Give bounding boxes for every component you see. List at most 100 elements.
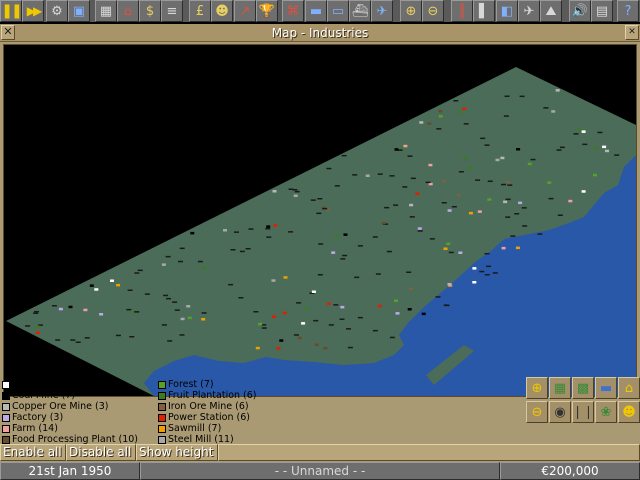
legend-item[interactable]: Farm (14): [2, 423, 160, 434]
legend-item[interactable]: Sawmill (7): [158, 423, 316, 434]
enable-all-button[interactable]: Enable all: [0, 444, 66, 461]
industry-marker: [68, 305, 73, 309]
industry-marker: [354, 276, 360, 279]
minimap-canvas[interactable]: [4, 45, 636, 396]
industry-marker: [89, 284, 94, 287]
zoom-in-button[interactable]: ⊕: [400, 0, 422, 22]
link-map-button[interactable]: ❘❘: [572, 401, 594, 423]
legend-item[interactable]: Copper Ore Mine (3): [2, 401, 160, 412]
industry-marker: [457, 110, 462, 114]
ship-list-button[interactable]: ⛴: [349, 0, 371, 22]
league-table-button[interactable]: 🏆: [256, 0, 278, 22]
zoom-out-button[interactable]: ⊖: [422, 0, 444, 22]
industry-marker: [343, 233, 348, 236]
industry-directory-button[interactable]: ⌘: [282, 0, 304, 22]
industry-marker: [507, 184, 513, 186]
industry-marker: [314, 343, 319, 346]
minimap-button[interactable]: ▦: [95, 0, 117, 22]
newspaper-button[interactable]: ▤: [591, 0, 613, 22]
window-titlebar[interactable]: ✕ Map - Industries ✕: [0, 24, 640, 42]
industry-marker: [441, 202, 447, 204]
build-rail-button[interactable]: ║: [451, 0, 473, 22]
save-button[interactable]: ▣: [68, 0, 90, 22]
industry-marker: [318, 243, 324, 245]
minimap-view[interactable]: [3, 44, 637, 397]
industry-marker: [99, 313, 104, 316]
industry-marker: [438, 109, 443, 113]
industry-marker: [435, 296, 441, 298]
town-directory-button[interactable]: ⌂: [117, 0, 139, 22]
build-airport-button[interactable]: ✈: [518, 0, 540, 22]
industry-marker: [456, 194, 461, 197]
aircraft-list-button[interactable]: ✈: [371, 0, 393, 22]
legend-item[interactable]: Factory (3): [2, 412, 160, 423]
zoom-in-icon: ⊕: [405, 3, 417, 19]
show-height-button[interactable]: Show height: [136, 444, 218, 461]
industries-map-button[interactable]: ⌂: [618, 377, 640, 399]
settings-button[interactable]: ⚙: [46, 0, 68, 22]
pause-button[interactable]: ❚❚: [0, 0, 22, 22]
industry-marker: [568, 199, 573, 203]
music-button[interactable]: 🔊: [569, 0, 591, 22]
landscaping-button[interactable]: ⛰: [540, 0, 562, 22]
industry-marker: [451, 206, 457, 208]
industry-marker: [597, 131, 603, 134]
legend-item[interactable]: Bank (0): [2, 379, 160, 390]
graphs-button[interactable]: ↗: [234, 0, 256, 22]
station-list-button[interactable]: ≡: [161, 0, 183, 22]
build-water-button[interactable]: ◧: [496, 0, 518, 22]
industry-marker: [258, 322, 263, 326]
industry-marker: [551, 110, 556, 113]
build-road-button[interactable]: ▌: [473, 0, 495, 22]
fast-forward-button[interactable]: ▶▶: [22, 0, 44, 22]
legend-swatch: [158, 424, 166, 433]
vegetation-map-button[interactable]: ❀: [595, 401, 617, 423]
industry-marker: [428, 163, 433, 167]
industry-marker: [514, 213, 520, 215]
help-button[interactable]: ?: [617, 0, 639, 22]
road-vehicle-list-button[interactable]: ▭: [327, 0, 349, 22]
close-window-button[interactable]: ✕: [1, 25, 15, 40]
industry-marker: [271, 279, 276, 282]
landscaping-icon: ⛰: [545, 3, 557, 19]
status-money[interactable]: €200,000: [500, 462, 640, 480]
legend-item[interactable]: Forest (7): [158, 379, 316, 390]
finances-button[interactable]: £: [189, 0, 211, 22]
owners-map-button[interactable]: ☻: [618, 401, 640, 423]
industry-marker: [377, 173, 383, 175]
industry-marker: [505, 216, 511, 218]
industry-marker: [425, 181, 431, 184]
contours-map-button[interactable]: ▦: [549, 377, 571, 399]
subsidies-button[interactable]: $: [139, 0, 161, 22]
industry-marker: [419, 121, 424, 124]
sticky-window-button[interactable]: ✕: [625, 25, 639, 40]
train-list-button[interactable]: ▬: [305, 0, 327, 22]
status-news-ticker[interactable]: - - Unnamed - -: [140, 462, 500, 480]
routes-map-button[interactable]: ▩: [572, 377, 594, 399]
company-manager-button[interactable]: ☻: [211, 0, 233, 22]
legend-item[interactable]: Iron Ore Mine (6): [158, 401, 316, 412]
industry-marker: [436, 128, 442, 130]
industry-marker: [323, 346, 328, 350]
vehicles-map-button[interactable]: ▬: [595, 377, 617, 399]
industry-marker: [253, 311, 259, 313]
legend-item[interactable]: Fruit Plantation (6): [158, 390, 316, 401]
industry-marker: [593, 173, 597, 177]
industry-marker: [83, 308, 88, 312]
industry-marker: [178, 260, 183, 263]
industry-marker: [443, 247, 448, 250]
center-view-button[interactable]: ◉: [549, 401, 571, 423]
legend-item[interactable]: Coal Mine (7): [2, 390, 160, 401]
industry-marker: [340, 258, 346, 260]
industry-marker: [326, 167, 332, 170]
industry-marker: [393, 204, 399, 206]
zoom-in-map-button[interactable]: ⊕: [526, 377, 548, 399]
zoom-out-map-button[interactable]: ⊖: [526, 401, 548, 423]
industry-marker: [453, 100, 459, 102]
industry-marker: [288, 188, 294, 190]
contours-map-icon: ▦: [553, 380, 567, 396]
legend-item[interactable]: Power Station (6): [158, 412, 316, 423]
industry-marker: [417, 227, 422, 230]
industry-marker: [180, 317, 185, 321]
disable-all-button[interactable]: Disable all: [66, 444, 136, 461]
